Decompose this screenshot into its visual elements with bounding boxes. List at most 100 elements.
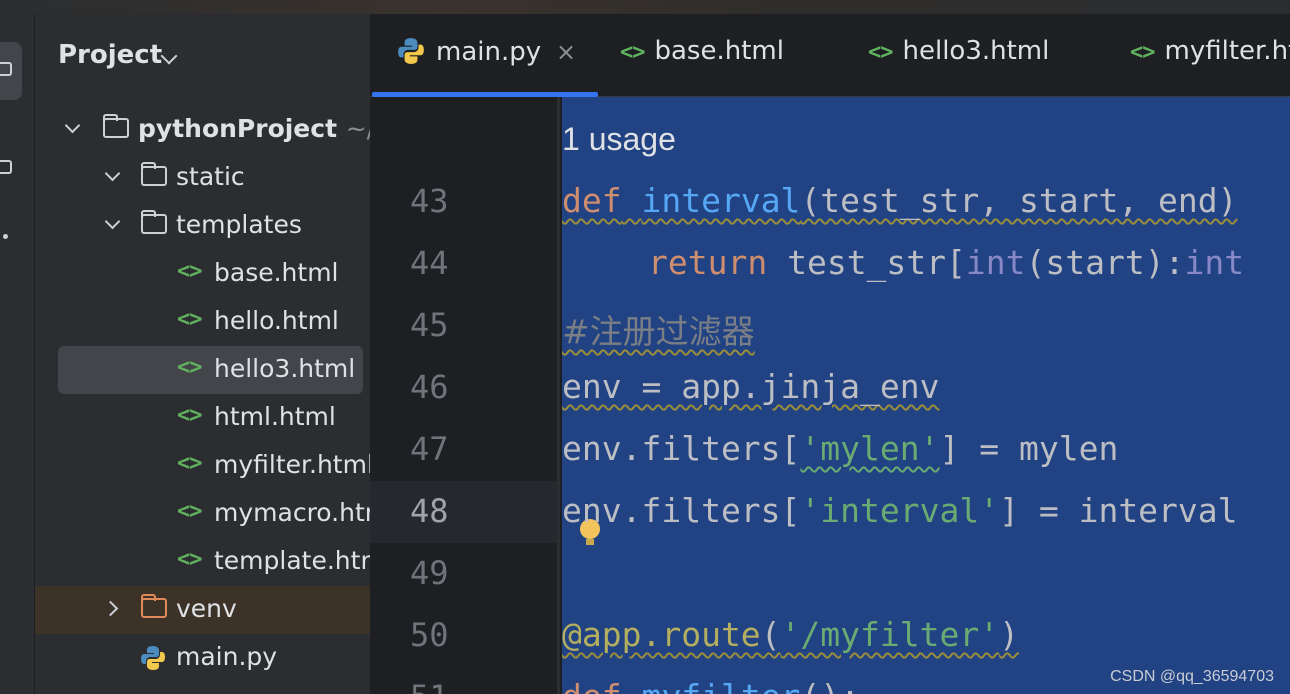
folder-icon xyxy=(141,162,167,186)
editor-tab-bar: main.py × <> base.html <> hello3.html <> my… xyxy=(370,14,1290,97)
tree-row-myfilter-html[interactable]: <> myfilter.html xyxy=(35,442,370,490)
expand-arrow-icon[interactable] xyxy=(104,213,121,230)
folder-icon xyxy=(103,114,129,138)
tree-row-template-html[interactable]: <> template.htm xyxy=(35,538,370,586)
tree-item-label: venv xyxy=(176,594,237,623)
string-literal: 'mylen' xyxy=(800,429,940,468)
usage-inlay-hint[interactable]: 1 usage xyxy=(562,121,676,158)
tree-row-static[interactable]: static xyxy=(35,154,370,202)
code-line-47: env.filters['mylen'] = mylen xyxy=(562,429,1118,468)
code-line-50: @app.route('/myfilter') xyxy=(562,615,1019,654)
html-file-icon: <> xyxy=(177,355,202,380)
function-name: interval xyxy=(641,181,801,220)
line-number: 44 xyxy=(410,244,449,282)
tab-myfilter-html[interactable]: <> myfilter.ht xyxy=(1130,36,1290,76)
html-file-icon: <> xyxy=(1130,40,1155,65)
code-line-45: #注册过滤器 xyxy=(562,312,755,351)
tree-item-label: static xyxy=(176,162,245,191)
python-file-icon xyxy=(141,646,165,670)
html-file-icon: <> xyxy=(620,40,645,65)
line-number: 46 xyxy=(410,368,449,406)
code-text: ] = interval xyxy=(999,491,1238,530)
line-number: 51 xyxy=(410,678,449,694)
line-number-gutter xyxy=(370,97,560,694)
code-text: env.filters[ xyxy=(562,491,801,530)
tree-row-base-html[interactable]: <> base.html xyxy=(35,250,370,298)
tab-label: base.html xyxy=(654,36,784,66)
tree-item-label: html.html xyxy=(214,402,336,431)
keyword: def xyxy=(562,181,622,220)
decorator: @app.route xyxy=(562,615,761,654)
project-tool-button[interactable] xyxy=(0,42,22,100)
html-file-icon: <> xyxy=(177,451,202,476)
html-file-icon: <> xyxy=(177,403,202,428)
tab-label: main.py xyxy=(436,37,542,67)
python-file-icon xyxy=(398,38,424,64)
code-area[interactable]: 1 usage def interval(test_str, start, en… xyxy=(562,97,1290,694)
tree-row-hello3-html[interactable]: <> hello3.html xyxy=(35,346,370,394)
tree-row-hello-html[interactable]: <> hello.html xyxy=(35,298,370,346)
tree-row-main-py[interactable]: main.py xyxy=(35,634,370,682)
tree-row-venv[interactable]: venv xyxy=(35,586,370,634)
html-file-icon: <> xyxy=(177,259,202,284)
watermark: CSDN @qq_36594703 xyxy=(1110,668,1274,685)
tree-item-label: pythonProject xyxy=(138,114,338,143)
tree-item-label: mymacro.htm xyxy=(214,498,370,527)
expand-arrow-icon[interactable] xyxy=(104,165,121,182)
gutter-divider xyxy=(557,97,560,694)
project-folder-icon xyxy=(0,62,12,76)
code-line-44: return test_str[int(start):int xyxy=(648,243,1244,282)
tree-row-templates[interactable]: templates xyxy=(35,202,370,250)
tab-label: hello3.html xyxy=(902,36,1050,66)
line-number: 47 xyxy=(410,430,449,468)
keyword: def xyxy=(562,677,622,694)
more-tools-icon[interactable] xyxy=(3,234,8,239)
string-literal: '/myfilter' xyxy=(780,615,1000,654)
chevron-down-icon[interactable] xyxy=(160,47,178,65)
code-editor: main.py × <> base.html <> hello3.html <> my… xyxy=(370,14,1290,694)
line-number: 49 xyxy=(410,554,449,592)
tab-base-html[interactable]: <> base.html xyxy=(620,36,784,76)
expand-arrow-icon[interactable] xyxy=(102,600,119,617)
title-bar xyxy=(0,0,1290,14)
code-text: env.filters[ xyxy=(562,429,801,468)
code-line-46: env = app.jinja_env xyxy=(562,367,940,406)
tree-item-path-hint: ~/P xyxy=(345,114,370,143)
tab-hello3-html[interactable]: <> hello3.html xyxy=(868,36,1049,76)
structure-icon[interactable] xyxy=(0,160,12,174)
code-text: (test_str, start, end) xyxy=(800,181,1238,220)
tree-item-label: hello3.html xyxy=(214,354,356,383)
tab-label: myfilter.ht xyxy=(1164,36,1290,66)
expand-arrow-icon[interactable] xyxy=(64,117,81,134)
keyword: return xyxy=(648,243,768,282)
tree-row-mymacro-html[interactable]: <> mymacro.htm xyxy=(35,490,370,538)
html-file-icon: <> xyxy=(177,547,202,572)
tree-item-label: main.py xyxy=(176,642,278,671)
tree-row-html-html[interactable]: <> html.html xyxy=(35,394,370,442)
tree-item-label: myfilter.html xyxy=(214,450,370,479)
line-number-current: 48 xyxy=(410,492,449,530)
excluded-folder-icon xyxy=(141,594,167,618)
tree-item-label: hello.html xyxy=(214,306,339,335)
code-line-51: def myfilter(): xyxy=(562,677,860,694)
close-icon[interactable]: × xyxy=(556,38,576,66)
tree-item-label: templates xyxy=(176,210,302,239)
line-number: 50 xyxy=(410,616,449,654)
line-number: 45 xyxy=(410,306,449,344)
code-text: ) xyxy=(999,615,1019,654)
function-name: myfilter xyxy=(641,677,800,694)
tree-row-pythonproject[interactable]: pythonProject ~/P xyxy=(35,106,370,154)
code-line-48: env.filters['interval'] = interval xyxy=(562,491,1238,530)
builtin: int xyxy=(1184,243,1245,282)
tool-window-strip xyxy=(0,14,35,694)
tree-item-label: template.htm xyxy=(214,546,370,575)
tab-main-py[interactable]: main.py xyxy=(396,36,541,76)
string-literal: 'interval' xyxy=(800,491,1000,530)
builtin: int xyxy=(965,243,1026,282)
line-number: 43 xyxy=(410,182,449,220)
panel-title[interactable]: Project xyxy=(58,40,162,70)
code-text: ] = mylen xyxy=(939,429,1119,468)
tree-item-label: base.html xyxy=(214,258,339,287)
code-text: ( xyxy=(760,615,781,654)
code-text: (start): xyxy=(1025,243,1185,282)
